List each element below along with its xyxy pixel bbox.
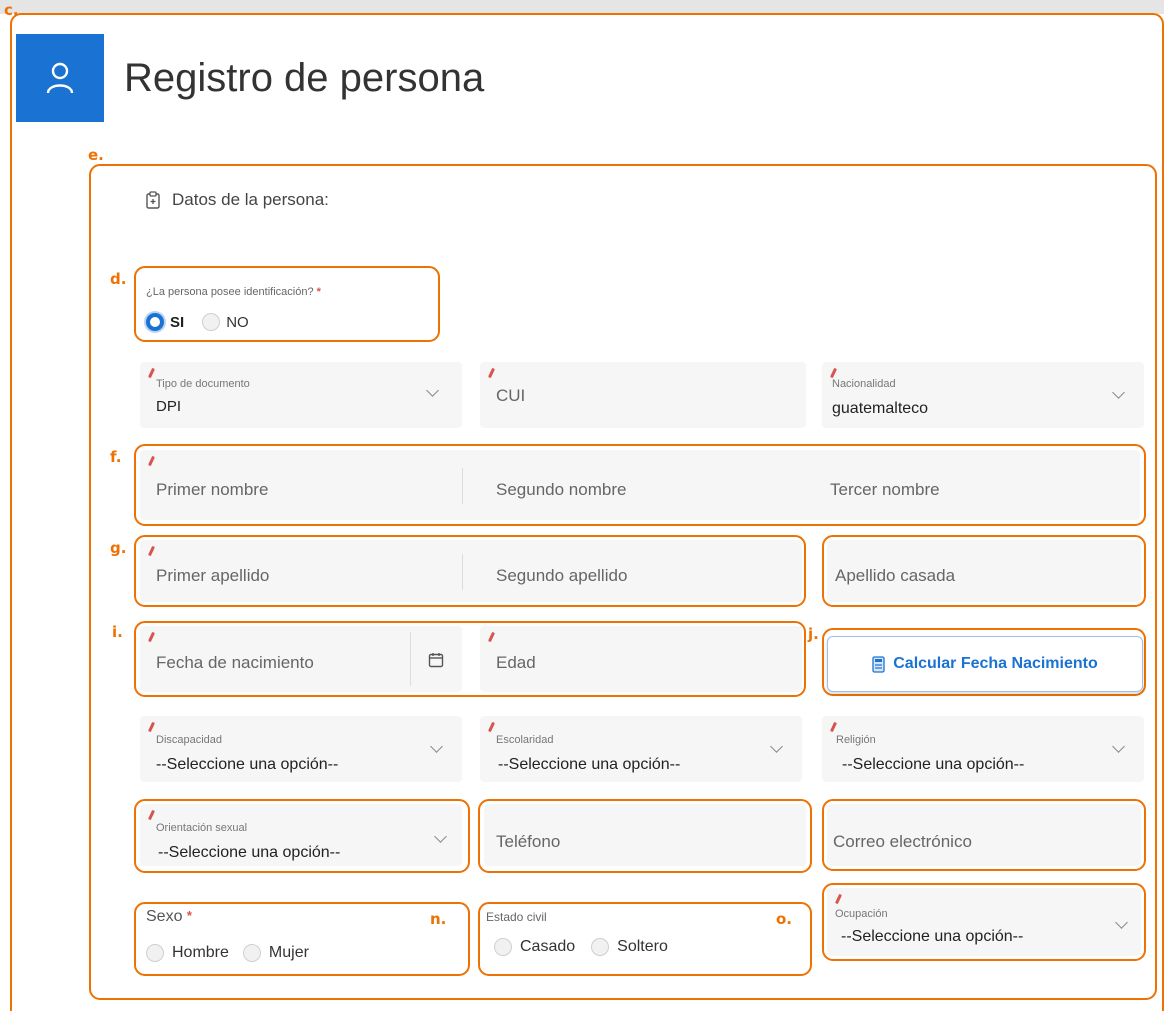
first-surname-input[interactable]: Primer apellido <box>156 566 269 586</box>
calendar-icon[interactable] <box>428 652 444 668</box>
cui-input[interactable]: CUI <box>480 362 806 428</box>
chevron-down-icon <box>1112 740 1125 753</box>
radio-soltero-label: Soltero <box>617 938 668 955</box>
divider <box>462 468 463 504</box>
required-tick <box>148 367 155 379</box>
age-input[interactable]: Edad <box>480 626 802 692</box>
surnames-row: Primer apellido Segundo apellido <box>140 540 802 602</box>
required-tick <box>488 631 495 643</box>
radio-mujer-label: Mujer <box>268 944 309 961</box>
person-icon <box>46 62 74 94</box>
radio-hombre[interactable] <box>146 944 164 962</box>
second-name-input[interactable]: Segundo nombre <box>496 480 626 500</box>
religion-select[interactable]: Religión --Seleccione una opción-- <box>822 716 1144 782</box>
sex-label: Sexo * <box>146 908 192 925</box>
sex-radio-group: Hombre Mujer <box>146 944 309 962</box>
identification-question: ¿La persona posee identificación? * <box>146 286 321 298</box>
chevron-down-icon <box>1112 386 1125 399</box>
phone-input[interactable]: Teléfono <box>484 804 806 866</box>
first-name-input[interactable]: Primer nombre <box>156 480 268 500</box>
page-title: Registro de persona <box>124 56 485 100</box>
chevron-down-icon <box>426 384 439 397</box>
radio-no-label: NO <box>226 313 249 331</box>
divider <box>410 632 411 686</box>
radio-si-label: SI <box>170 313 185 331</box>
required-tick <box>835 893 842 905</box>
calculator-icon <box>872 655 885 673</box>
radio-si[interactable] <box>146 313 164 331</box>
schooling-select[interactable]: Escolaridad --Seleccione una opción-- <box>480 716 802 782</box>
clipboard-icon <box>146 191 160 209</box>
required-tick <box>488 721 495 733</box>
required-tick <box>148 455 155 467</box>
chevron-down-icon <box>1115 916 1128 929</box>
person-icon-tile <box>16 34 104 122</box>
second-surname-input[interactable]: Segundo apellido <box>496 566 627 586</box>
required-tick <box>148 721 155 733</box>
required-tick <box>148 545 155 557</box>
married-surname-input[interactable]: Apellido casada <box>827 540 1141 602</box>
required-tick <box>488 367 495 379</box>
third-name-input[interactable]: Tercer nombre <box>830 480 940 500</box>
civil-radio-group: Casado Soltero <box>494 938 668 956</box>
disability-select[interactable]: Discapacidad --Seleccione una opción-- <box>140 716 462 782</box>
calculate-birth-date-button[interactable]: Calcular Fecha Nacimiento <box>827 636 1143 692</box>
chevron-down-icon <box>430 740 443 753</box>
sexual-orientation-select[interactable]: Orientación sexual --Seleccione una opci… <box>140 804 462 866</box>
radio-casado-label: Casado <box>520 938 576 955</box>
radio-casado[interactable] <box>494 938 512 956</box>
email-input[interactable]: Correo electrónico <box>827 804 1141 866</box>
radio-no[interactable] <box>202 313 221 331</box>
names-row: Primer nombre Segundo nombre Tercer nomb… <box>140 450 1140 520</box>
section-heading: Datos de la persona: <box>146 190 329 210</box>
top-band <box>0 0 1164 14</box>
required-tick <box>148 631 155 643</box>
chevron-down-icon <box>434 830 447 843</box>
required-tick <box>830 367 837 379</box>
birth-date-input[interactable]: Fecha de nacimiento <box>140 626 462 692</box>
civil-status-label: Estado civil <box>486 910 547 924</box>
radio-soltero[interactable] <box>591 938 610 956</box>
nationality-select[interactable]: Nacionalidad guatemalteco <box>822 362 1144 428</box>
radio-mujer[interactable] <box>242 944 261 962</box>
required-tick <box>830 721 837 733</box>
required-tick <box>148 809 155 821</box>
document-type-select[interactable]: Tipo de documento DPI <box>140 362 462 428</box>
divider <box>462 554 463 590</box>
radio-hombre-label: Hombre <box>172 944 229 961</box>
identification-radio-group: SI NO <box>146 313 249 331</box>
calculate-button-label: Calcular Fecha Nacimiento <box>893 655 1098 672</box>
chevron-down-icon <box>770 740 783 753</box>
section-title: Datos de la persona: <box>172 190 329 209</box>
occupation-select[interactable]: Ocupación --Seleccione una opción-- <box>827 888 1141 956</box>
